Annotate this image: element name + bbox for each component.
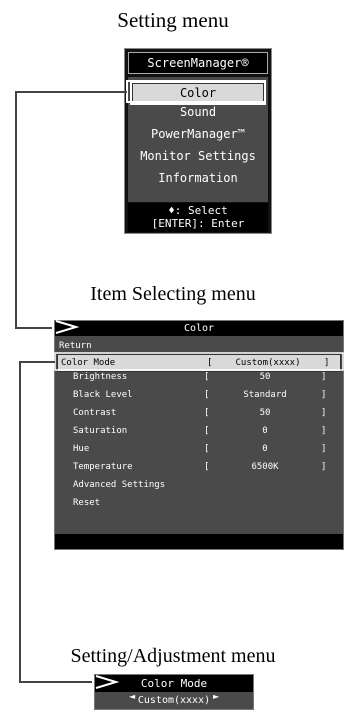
connector-line-2 <box>19 361 92 683</box>
chevron-right-icon <box>95 675 120 689</box>
connector-line-1 <box>15 91 127 329</box>
chevron-right-icon <box>55 320 80 334</box>
color-highlight-outline <box>126 80 266 103</box>
connector-overlay <box>15 80 344 689</box>
color-mode-highlight-outline <box>54 352 344 371</box>
